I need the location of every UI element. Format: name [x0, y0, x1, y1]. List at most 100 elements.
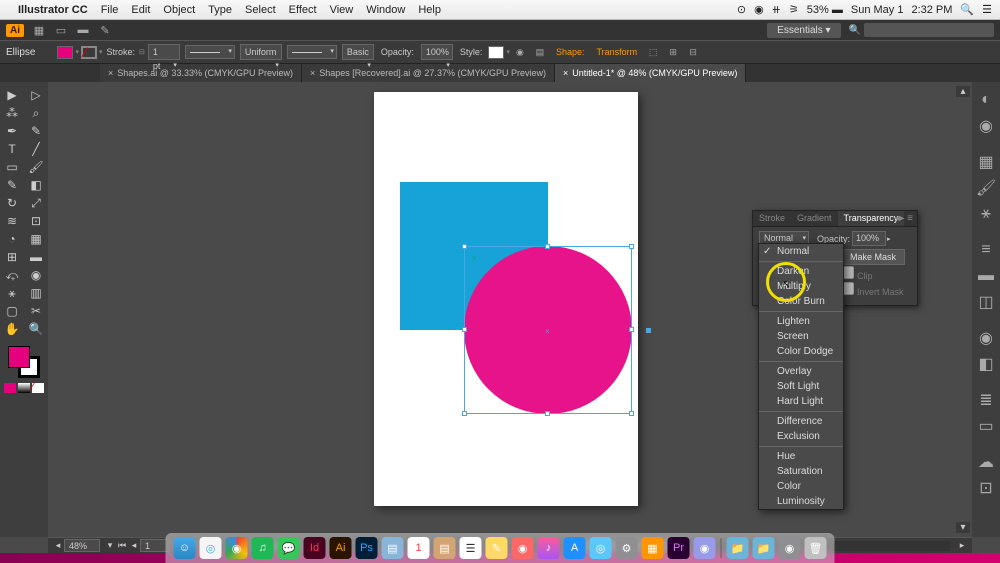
blend-hard-light[interactable]: Hard Light	[759, 394, 843, 409]
stroke-tab[interactable]: Stroke	[753, 211, 791, 226]
fill-swatch[interactable]	[57, 46, 73, 59]
zoom-field[interactable]: 48%	[64, 539, 100, 552]
dock-chrome[interactable]: ◉	[226, 537, 248, 559]
hscroll-right[interactable]: ▸	[956, 540, 968, 551]
dock-itunes[interactable]: ♪	[538, 537, 560, 559]
document-tab[interactable]: ×Shapes [Recovered].ai @ 27.37% (CMYK/GP…	[302, 64, 555, 82]
blend-color-dodge[interactable]: Color Dodge	[759, 344, 843, 359]
dock-settings[interactable]: ⚙	[616, 537, 638, 559]
fill-stroke-control[interactable]	[8, 346, 40, 378]
blend-soft-light[interactable]: Soft Light	[759, 379, 843, 394]
color-mode[interactable]	[4, 383, 16, 393]
dock-trash[interactable]: 🗑	[805, 537, 827, 559]
dock-calendar[interactable]: 1	[408, 537, 430, 559]
scroll-up[interactable]: ▴	[956, 86, 970, 97]
transparency-panel-icon[interactable]: ◫	[974, 290, 998, 314]
dock-folder[interactable]: 📁	[753, 537, 775, 559]
blend-exclusion[interactable]: Exclusion	[759, 429, 843, 444]
fill-color[interactable]	[8, 346, 30, 368]
selection-handle[interactable]	[462, 411, 467, 416]
width-tool[interactable]: ≋	[0, 212, 24, 230]
blend-difference[interactable]: Difference	[759, 414, 843, 429]
date-status[interactable]: Sun May 1	[851, 4, 904, 16]
dock-app[interactable]: ▤	[434, 537, 456, 559]
variable-width-dropdown[interactable]	[185, 45, 235, 59]
transform-link[interactable]: Transform	[596, 47, 637, 57]
bluetooth-icon[interactable]: ⧺	[772, 3, 781, 16]
align-icon[interactable]: ⊞	[665, 45, 681, 59]
selection-handle[interactable]	[545, 244, 550, 249]
menu-help[interactable]: Help	[418, 4, 441, 16]
first-artboard[interactable]: ⏮	[116, 540, 128, 551]
align-icon[interactable]: ⊟	[685, 45, 701, 59]
stroke-panel-icon[interactable]: ≡	[974, 238, 998, 262]
selection-handle[interactable]	[629, 244, 634, 249]
magic-wand-tool[interactable]: ⁂	[0, 104, 24, 122]
blend-multiply[interactable]: Multiply	[759, 279, 843, 294]
dock-app[interactable]: ◎	[590, 537, 612, 559]
blend-darken[interactable]: Darken	[759, 264, 843, 279]
menu-object[interactable]: Object	[163, 4, 195, 16]
blend-lighten[interactable]: Lighten	[759, 314, 843, 329]
menu-effect[interactable]: Effect	[289, 4, 317, 16]
blend-saturation[interactable]: Saturation	[759, 464, 843, 479]
opacity-input[interactable]: 100%	[421, 44, 453, 60]
line-tool[interactable]: ╱	[24, 140, 48, 158]
blend-hue[interactable]: Hue	[759, 449, 843, 464]
battery-status[interactable]: 53% ▬	[807, 4, 843, 16]
recolor-icon[interactable]: ◉	[512, 45, 528, 59]
blend-luminosity[interactable]: Luminosity	[759, 494, 843, 509]
selection-handle[interactable]	[545, 411, 550, 416]
gradient-tab[interactable]: Gradient	[791, 211, 838, 226]
graph-tool[interactable]: ▥	[24, 284, 48, 302]
blend-color-burn[interactable]: Color Burn	[759, 294, 843, 309]
zoom-in[interactable]: ▾	[104, 540, 116, 551]
dock-appstore[interactable]: A	[564, 537, 586, 559]
brushes-panel-icon[interactable]: 🖌	[974, 176, 998, 200]
artboard-tool[interactable]: ▢	[0, 302, 24, 320]
selection-tool[interactable]: ▶	[0, 86, 24, 104]
dock-safari[interactable]: ◎	[200, 537, 222, 559]
isolate-icon[interactable]: ⬚	[645, 45, 661, 59]
workspace-switcher[interactable]: Essentials ▾	[767, 23, 840, 38]
panel-icon[interactable]: ⊡	[974, 476, 998, 500]
make-mask-button[interactable]: Make Mask	[841, 249, 905, 265]
libraries-panel-icon[interactable]: ☁	[974, 450, 998, 474]
direct-selection-tool[interactable]: ▷	[24, 86, 48, 104]
shape-link[interactable]: Shape:	[556, 47, 585, 57]
gradient-mode[interactable]	[18, 383, 30, 393]
free-transform-tool[interactable]: ⊡	[24, 212, 48, 230]
status-icon[interactable]: ⊙	[737, 3, 746, 16]
artboards-panel-icon[interactable]: ▭	[974, 414, 998, 438]
variable-width-profile[interactable]: Uniform	[240, 44, 282, 60]
dock-app[interactable]: ◉	[694, 537, 716, 559]
curvature-tool[interactable]: ✎	[24, 122, 48, 140]
color-guide-icon[interactable]: ◉	[974, 114, 998, 138]
paintbrush-tool[interactable]: 🖌	[24, 158, 48, 176]
selection-handle[interactable]	[629, 411, 634, 416]
blend-normal[interactable]: Normal	[759, 244, 843, 259]
type-tool[interactable]: T	[0, 140, 24, 158]
dock-app[interactable]: ◉	[779, 537, 801, 559]
menu-select[interactable]: Select	[245, 4, 276, 16]
blend-tool[interactable]: ◉	[24, 266, 48, 284]
blend-overlay[interactable]: Overlay	[759, 364, 843, 379]
menu-view[interactable]: View	[330, 4, 354, 16]
symbol-sprayer-tool[interactable]: ⚹	[0, 284, 24, 302]
dock-app[interactable]: ◉	[512, 537, 534, 559]
pen-tool[interactable]: ✒	[0, 122, 24, 140]
gradient-panel-icon[interactable]: ▬	[974, 264, 998, 288]
eraser-tool[interactable]: ◧	[24, 176, 48, 194]
blend-screen[interactable]: Screen	[759, 329, 843, 344]
lasso-tool[interactable]: ⌕	[24, 104, 48, 122]
scroll-down[interactable]: ▾	[956, 522, 970, 533]
dock-spotify[interactable]: ♫	[252, 537, 274, 559]
document-tab-active[interactable]: ×Untitled-1* @ 48% (CMYK/GPU Preview)	[555, 64, 746, 82]
panel-menu-icon[interactable]: ◂▸ ≡	[894, 213, 913, 224]
rectangle-tool[interactable]: ▭	[0, 158, 24, 176]
layers-panel-icon[interactable]: ≣	[974, 388, 998, 412]
symbols-panel-icon[interactable]: ⚹	[974, 202, 998, 226]
dock-premiere[interactable]: Pr	[668, 537, 690, 559]
color-panel-icon[interactable]: ◐	[974, 88, 998, 112]
zoom-out[interactable]: ◂	[52, 540, 64, 551]
